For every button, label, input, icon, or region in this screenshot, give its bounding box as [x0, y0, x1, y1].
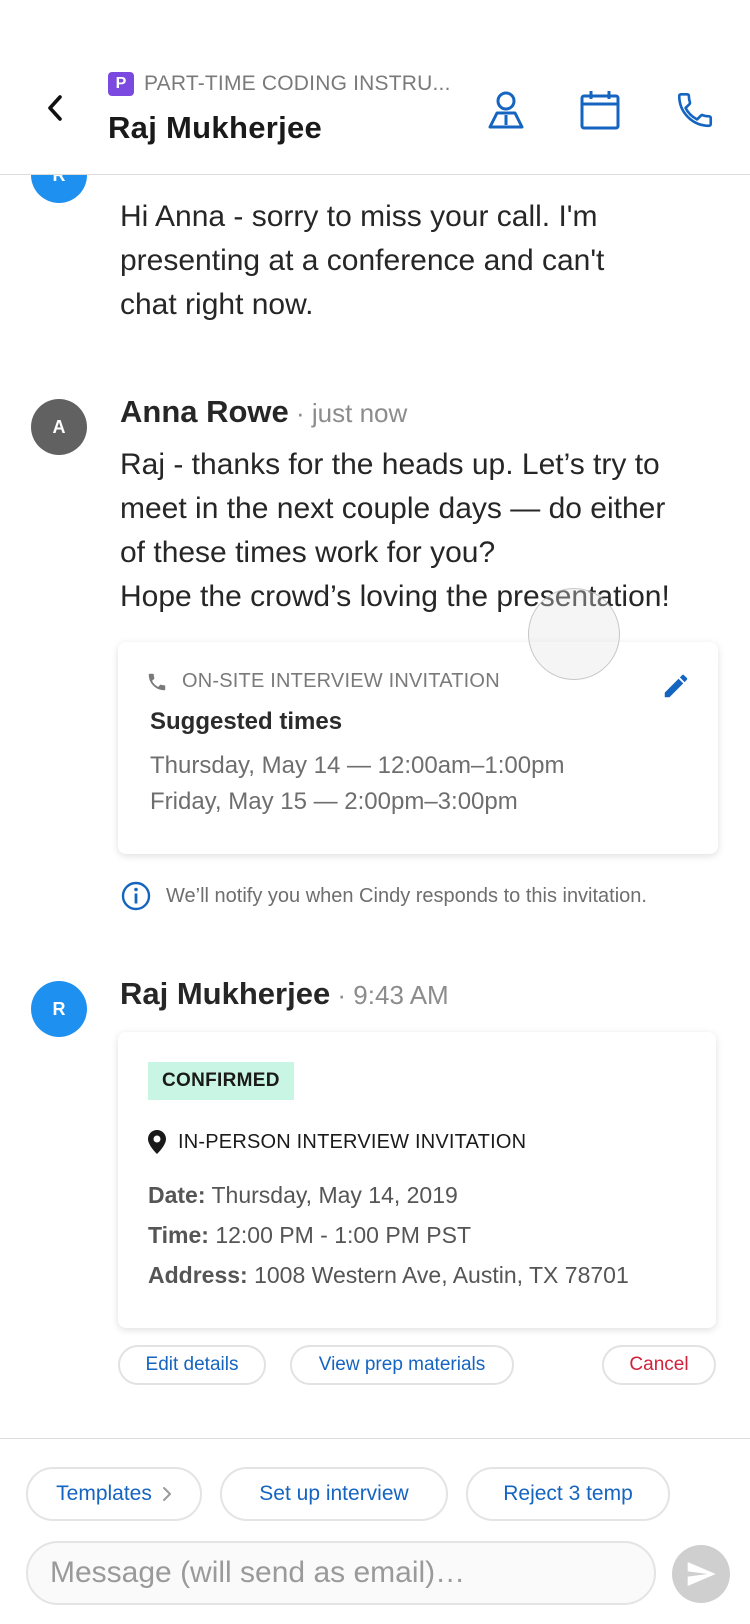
edit-details-button[interactable]: Edit details — [118, 1345, 266, 1385]
phone-icon — [677, 92, 713, 128]
chevron-right-icon — [162, 1487, 171, 1501]
message-time: · 9:43 AM — [330, 980, 449, 1010]
message-line: Hi Anna - sorry to miss your call. I'm — [120, 200, 598, 233]
profile-button[interactable] — [482, 86, 530, 134]
address-row: Address: 1008 Western Ave, Austin, TX 78… — [148, 1262, 629, 1289]
suggested-times-title: Suggested times — [150, 708, 343, 735]
notify-note: We’ll notify you when Cindy responds to … — [120, 880, 647, 912]
conversation-header: P PART-TIME CODING INSTRU... Raj Mukherj… — [0, 0, 750, 175]
notify-text: We’ll notify you when Cindy responds to … — [166, 884, 647, 907]
calendar-button[interactable] — [576, 86, 624, 134]
invitation-type: IN-PERSON INTERVIEW INVITATION — [178, 1130, 527, 1153]
info-icon — [121, 881, 151, 911]
status-badge: CONFIRMED — [148, 1062, 294, 1100]
suggested-times-card[interactable]: ON-SITE INTERVIEW INVITATION Suggested t… — [118, 642, 718, 854]
confirmed-interview-card[interactable]: CONFIRMED IN-PERSON INTERVIEW INVITATION… — [118, 1032, 716, 1328]
templates-label: Templates — [56, 1482, 152, 1505]
send-icon — [687, 1562, 716, 1586]
address-value: 1008 Western Ave, Austin, TX 78701 — [247, 1262, 629, 1288]
back-chevron-icon — [48, 95, 62, 121]
time-value: 12:00 PM - 1:00 PM PST — [208, 1222, 471, 1248]
suggested-time: Friday, May 15 — 2:00pm–3:00pm — [150, 788, 518, 815]
time-label: Time: — [148, 1222, 209, 1248]
composer: Templates Set up interview Reject 3 temp — [0, 1438, 750, 1624]
sender-name: Raj Mukherjee — [120, 976, 331, 1011]
date-label: Date: — [148, 1182, 206, 1208]
view-prep-materials-button[interactable]: View prep materials — [290, 1345, 514, 1385]
invitation-type: ON-SITE INTERVIEW INVITATION — [182, 670, 500, 692]
reject-button[interactable]: Reject 3 temp — [466, 1467, 670, 1521]
date-row: Date: Thursday, May 14, 2019 — [148, 1182, 458, 1209]
invitation-heading: IN-PERSON INTERVIEW INVITATION — [148, 1130, 526, 1154]
job-badge: P — [108, 72, 134, 96]
calendar-icon — [580, 91, 620, 130]
message-body: Hi Anna - sorry to miss your call. I'm p… — [120, 195, 604, 327]
location-pin-icon — [148, 1130, 166, 1154]
set-up-interview-button[interactable]: Set up interview — [220, 1467, 448, 1521]
message-line: meet in the next couple days — do either — [120, 492, 666, 525]
job-line[interactable]: P PART-TIME CODING INSTRU... — [108, 72, 451, 96]
edit-invitation-button[interactable] — [658, 668, 694, 704]
touch-indicator — [528, 588, 620, 680]
message-time: · just now — [288, 398, 408, 428]
time-row: Time: 12:00 PM - 1:00 PM PST — [148, 1222, 471, 1249]
message-input[interactable] — [26, 1541, 656, 1605]
sender-name: Anna Rowe — [120, 394, 289, 429]
message-sender: Anna Rowe · just now — [120, 394, 407, 430]
address-label: Address: — [148, 1262, 248, 1288]
avatar[interactable]: A — [31, 399, 87, 455]
suggested-time: Thursday, May 14 — 12:00am–1:00pm — [150, 752, 565, 779]
call-button[interactable] — [671, 86, 719, 134]
send-button[interactable] — [672, 1545, 730, 1603]
message-line: of these times work for you? — [120, 536, 496, 569]
templates-button[interactable]: Templates — [26, 1467, 202, 1521]
message-line: Raj - thanks for the heads up. Let’s try… — [120, 448, 660, 481]
message-sender: Raj Mukherjee · 9:43 AM — [120, 976, 449, 1012]
invitation-heading: ON-SITE INTERVIEW INVITATION — [146, 670, 500, 693]
profile-icon — [488, 91, 524, 129]
phone-icon — [148, 673, 166, 690]
page-title: Raj Mukherjee — [108, 110, 323, 145]
back-button[interactable] — [38, 88, 72, 128]
avatar[interactable]: R — [31, 981, 87, 1037]
message-line: presenting at a conference and can't — [120, 244, 605, 277]
pencil-icon — [664, 674, 688, 698]
cancel-interview-button[interactable]: Cancel — [602, 1345, 716, 1385]
message-line: chat right now. — [120, 288, 314, 321]
job-title: PART-TIME CODING INSTRU... — [144, 72, 451, 95]
date-value: Thursday, May 14, 2019 — [205, 1182, 458, 1208]
